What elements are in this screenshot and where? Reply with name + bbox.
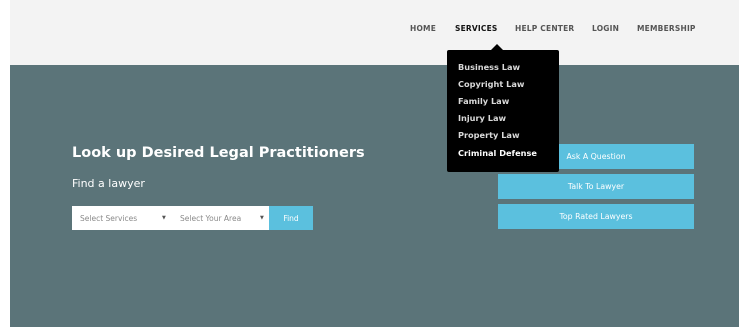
nav-help-center[interactable]: HELP CENTER	[515, 24, 574, 33]
search-bar: Select Services ▼ Select Your Area ▼ Fin…	[72, 206, 313, 230]
nav-home[interactable]: HOME	[410, 24, 436, 33]
hero-subtitle: Find a lawyer	[72, 177, 145, 190]
services-select[interactable]: Select Services	[80, 206, 137, 230]
menu-item-criminal-defense[interactable]: Criminal Defense	[458, 148, 537, 158]
caret-down-icon: ▼	[162, 215, 166, 221]
find-button[interactable]: Find	[269, 206, 313, 230]
nav-login[interactable]: LOGIN	[592, 24, 619, 33]
area-select[interactable]: Select Your Area	[180, 206, 241, 230]
menu-item-property-law[interactable]: Property Law	[458, 130, 520, 140]
menu-item-business-law[interactable]: Business Law	[458, 62, 520, 72]
talk-to-lawyer-button[interactable]: Talk To Lawyer	[498, 174, 694, 199]
nav-membership[interactable]: MEMBERSHIP	[637, 24, 696, 33]
menu-item-injury-law[interactable]: Injury Law	[458, 113, 506, 123]
site-header: HOME SERVICES HELP CENTER LOGIN MEMBERSH…	[10, 0, 739, 65]
top-rated-lawyers-button[interactable]: Top Rated Lawyers	[498, 204, 694, 229]
menu-item-copyright-law[interactable]: Copyright Law	[458, 79, 524, 89]
page-frame: HOME SERVICES HELP CENTER LOGIN MEMBERSH…	[10, 0, 739, 327]
caret-down-icon: ▼	[260, 215, 264, 221]
nav-services[interactable]: SERVICES	[455, 24, 498, 33]
hero-title: Look up Desired Legal Practitioners	[72, 145, 365, 161]
menu-item-family-law[interactable]: Family Law	[458, 96, 509, 106]
services-dropdown-menu: Business Law Copyright Law Family Law In…	[447, 44, 559, 172]
